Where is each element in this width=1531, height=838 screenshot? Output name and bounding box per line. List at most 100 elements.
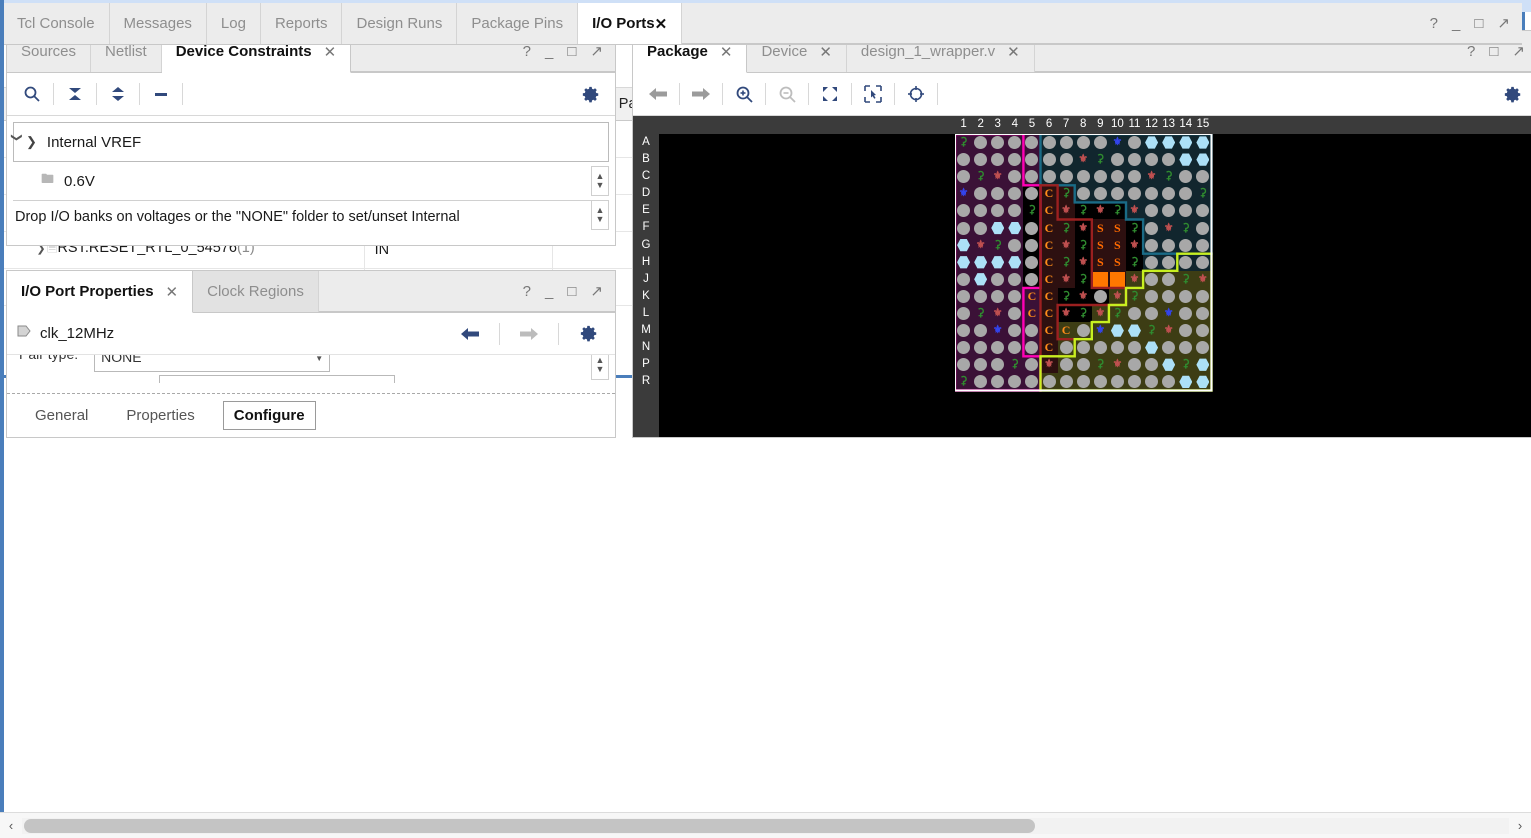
zoom-out-icon[interactable] [770, 79, 804, 109]
close-icon[interactable]: ✕ [655, 15, 668, 33]
pin-ball[interactable] [1143, 356, 1161, 374]
pin-ball[interactable] [1023, 134, 1041, 152]
pin-ball[interactable] [955, 219, 973, 237]
pin-ball[interactable] [1177, 304, 1195, 323]
pin-ball[interactable] [1143, 185, 1161, 203]
pin-ball[interactable] [1125, 134, 1144, 152]
pin-ball[interactable] [955, 356, 973, 374]
pin-hex[interactable] [1125, 322, 1144, 340]
pin-ground[interactable]: ⚳ [1125, 287, 1144, 305]
pin-ball[interactable] [1040, 134, 1058, 152]
pin-ball[interactable] [1023, 185, 1041, 203]
pin-ball[interactable] [1108, 168, 1126, 186]
pin-ball[interactable] [1040, 168, 1058, 186]
pin-serial[interactable]: S [1108, 236, 1126, 254]
tab-io-port-properties[interactable]: I/O Port Properties ✕ [7, 271, 194, 313]
pin-power[interactable]: ⚜ [1074, 151, 1092, 169]
pin-power[interactable]: ⚜ [989, 304, 1007, 323]
pin-ball[interactable] [955, 270, 973, 288]
forward-arrow-icon[interactable] [512, 319, 546, 349]
pin-ball[interactable] [1006, 185, 1024, 203]
float-icon[interactable]: ↗ [1497, 16, 1510, 31]
tab-reports[interactable]: Reports [261, 3, 343, 44]
tab-tcl-console[interactable]: Tcl Console [3, 3, 110, 44]
pin-ball[interactable] [955, 168, 973, 186]
pin-ball[interactable] [972, 134, 990, 152]
pin-ball[interactable] [972, 339, 990, 357]
internal-vref-root-row[interactable]: ❯ Internal VREF [13, 122, 609, 162]
pin-ball[interactable] [1057, 168, 1075, 186]
pin-ball[interactable] [1160, 253, 1178, 271]
maximize-icon[interactable]: □ [1489, 44, 1498, 59]
pin-ground[interactable]: ⚳ [1160, 168, 1178, 186]
pin-ball[interactable] [1160, 185, 1178, 203]
pin-ball[interactable] [972, 287, 990, 305]
subtab-general[interactable]: General [25, 402, 98, 429]
scroll-left-icon[interactable]: ‹ [0, 818, 22, 833]
pin-hex[interactable] [1194, 373, 1212, 391]
pin-ball[interactable] [1057, 339, 1075, 357]
pin-ball[interactable] [1006, 151, 1024, 169]
pin-ball[interactable] [955, 339, 973, 357]
help-icon[interactable]: ? [523, 44, 531, 59]
pin-hex[interactable] [1160, 356, 1178, 374]
crosshair-icon[interactable] [899, 79, 933, 109]
pin-ball[interactable] [1194, 287, 1212, 305]
zoom-in-icon[interactable] [727, 79, 761, 109]
scroll-down-icon[interactable]: ▼ [596, 215, 605, 224]
pin-hex[interactable] [1006, 219, 1024, 237]
pin-special[interactable]: ⚜ [1108, 134, 1126, 152]
settings-gear-icon[interactable] [573, 79, 607, 109]
pin-ball[interactable] [1023, 356, 1041, 374]
pin-ball[interactable] [989, 134, 1007, 152]
pin-power[interactable]: ⚜ [1040, 356, 1058, 374]
pin-ground[interactable]: ⚳ [955, 134, 973, 152]
settings-gear-icon[interactable] [1495, 79, 1529, 109]
pin-ball[interactable] [1194, 339, 1212, 357]
pin-hex[interactable] [1177, 373, 1195, 391]
pin-ball[interactable] [1006, 134, 1024, 152]
pin-ball[interactable] [1108, 339, 1126, 357]
tab-log[interactable]: Log [207, 3, 261, 44]
pin-ball[interactable] [1194, 304, 1212, 323]
pin-ball[interactable] [1177, 322, 1195, 340]
scrollbar-thumb[interactable] [24, 818, 1036, 833]
pin-power[interactable]: ⚜ [1057, 270, 1075, 288]
pin-ball[interactable] [1023, 270, 1041, 288]
pin-ball[interactable] [1108, 373, 1126, 391]
tab-io-ports[interactable]: I/O Ports ✕ [578, 3, 683, 44]
pin-ball[interactable] [1143, 202, 1161, 220]
pin-ball[interactable] [1143, 253, 1161, 271]
pin-ground[interactable]: ⚳ [1125, 253, 1144, 271]
pin-special[interactable]: ⚜ [1160, 304, 1178, 323]
pin-ground[interactable]: ⚳ [1074, 270, 1092, 288]
pin-ball[interactable] [1057, 373, 1075, 391]
back-arrow-icon[interactable] [641, 79, 675, 109]
pin-hex[interactable] [989, 253, 1007, 271]
pin-ground[interactable]: ⚳ [1074, 304, 1092, 323]
pin-ball[interactable] [1057, 134, 1075, 152]
pin-ground[interactable]: ⚳ [1177, 270, 1195, 288]
pin-ground[interactable]: ⚳ [1006, 356, 1024, 374]
secondary-field[interactable] [159, 375, 395, 383]
subtab-configure[interactable]: Configure [222, 401, 316, 430]
hint-scrollbar[interactable]: ▲ ▼ [591, 200, 609, 230]
scroll-right-icon[interactable]: › [1509, 818, 1531, 833]
help-icon[interactable]: ? [523, 284, 531, 299]
pin-ball[interactable] [1125, 304, 1144, 323]
pin-ball[interactable] [1125, 373, 1144, 391]
pin-hex[interactable] [955, 236, 973, 254]
pin-ball[interactable] [1023, 236, 1041, 254]
pin-ball[interactable] [1074, 185, 1092, 203]
zoom-fit-icon[interactable] [813, 79, 847, 109]
pin-assigned[interactable] [1108, 270, 1126, 288]
pin-ball[interactable] [972, 219, 990, 237]
pin-ball[interactable] [1108, 185, 1126, 203]
pin-ground[interactable]: ⚳ [1108, 304, 1126, 323]
close-icon[interactable]: ✕ [166, 283, 179, 301]
pin-hex[interactable] [1143, 134, 1161, 152]
pin-ball[interactable] [1177, 236, 1195, 254]
pin-ground[interactable]: ⚳ [989, 236, 1007, 254]
pin-ground[interactable]: ⚳ [1091, 151, 1109, 169]
pin-power[interactable]: ⚜ [1057, 236, 1075, 254]
